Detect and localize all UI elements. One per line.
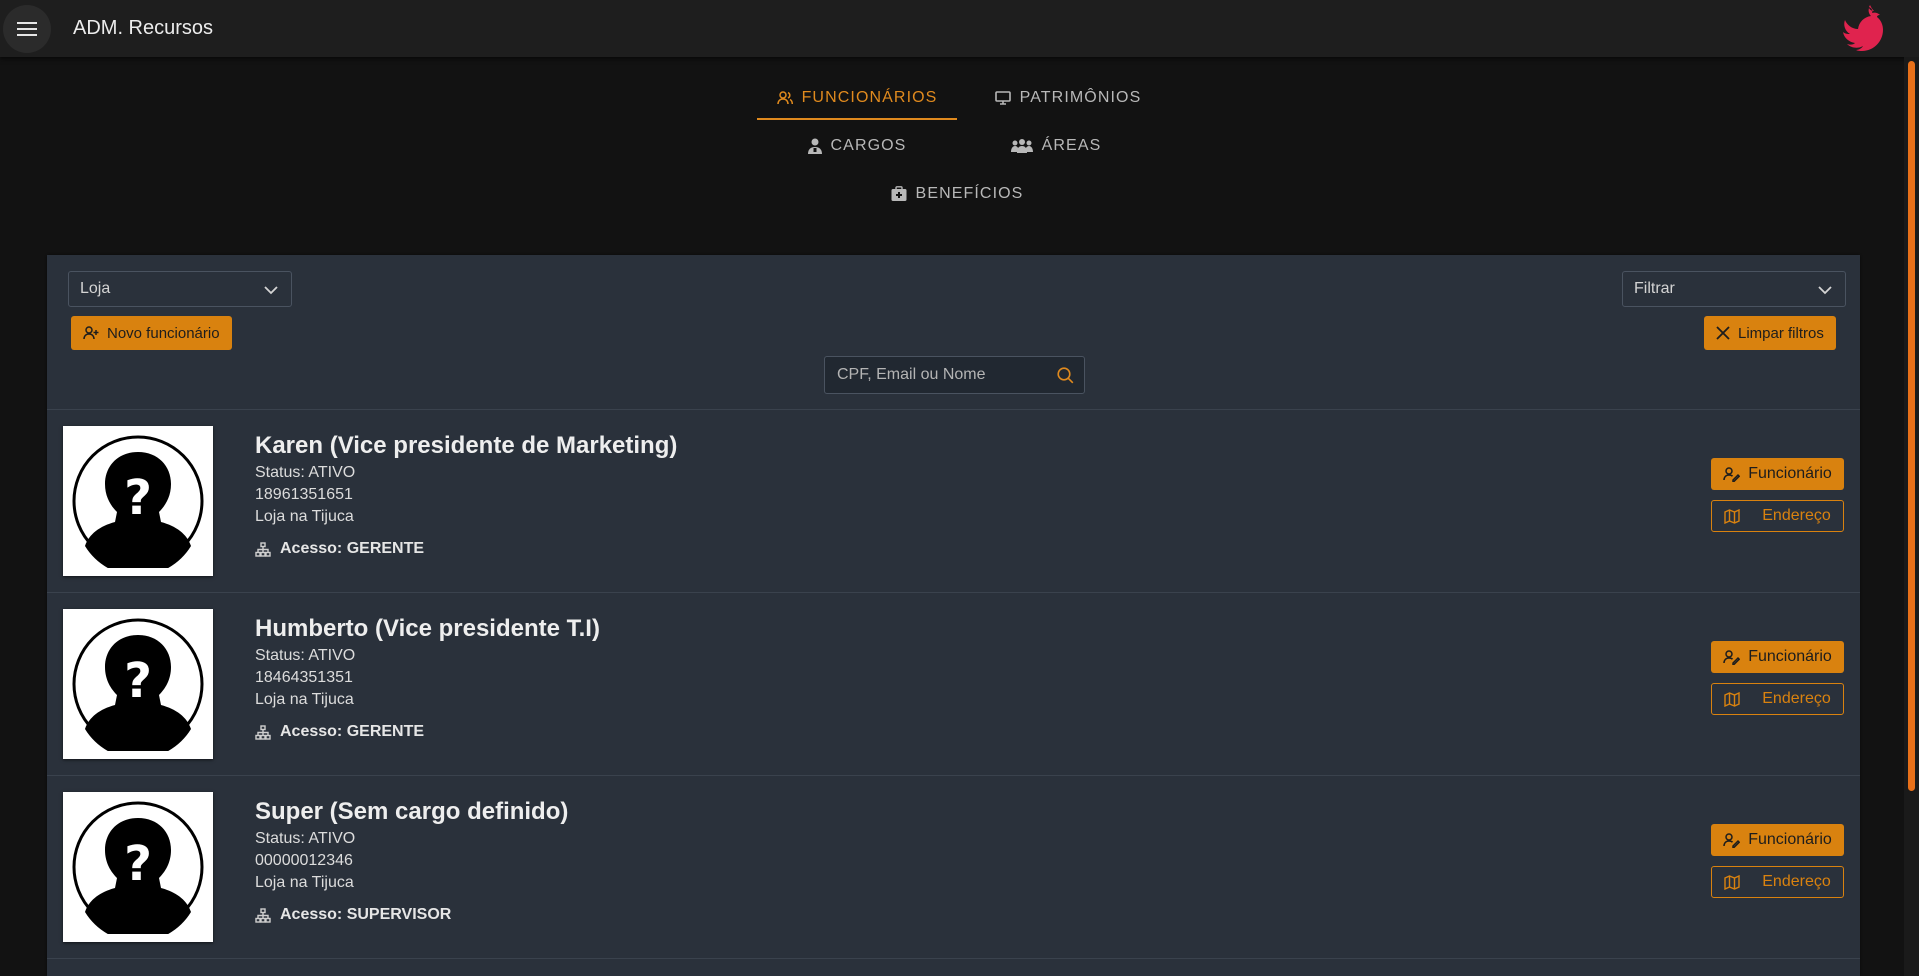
employee-store: Loja na Tijuca <box>255 691 354 708</box>
filter-select[interactable]: Filtrar <box>1622 271 1846 307</box>
access-label: Acesso: GERENTE <box>280 540 425 557</box>
tab-label: BENEFÍCIOS <box>915 185 1024 202</box>
medical-bag-icon <box>891 186 907 201</box>
unknown-person-icon: ? <box>72 618 204 751</box>
address-button-label: Endereço <box>1762 690 1831 707</box>
search-field <box>824 356 1085 394</box>
tab-patrimonios[interactable]: PATRIMÔNIOS <box>968 78 1168 118</box>
hamburger-menu-icon <box>17 21 37 36</box>
employee-button-label: Funcionário <box>1748 648 1832 665</box>
address-button-label: Endereço <box>1762 507 1831 524</box>
tab-label: CARGOS <box>830 137 907 154</box>
map-icon <box>1724 874 1740 890</box>
unknown-person-icon: ? <box>72 435 204 568</box>
employee-store: Loja na Tijuca <box>255 508 354 525</box>
employee-list: ? Karen (Vice presidente de Marketing) S… <box>47 410 1860 959</box>
clear-filters-label: Limpar filtros <box>1738 324 1824 342</box>
edit-user-icon <box>1723 649 1741 665</box>
employee-row: ? Super (Sem cargo definido) Status: ATI… <box>47 776 1860 959</box>
monitor-icon <box>994 91 1011 105</box>
map-icon <box>1724 508 1740 524</box>
close-icon <box>1716 326 1730 340</box>
tab-label: ÁREAS <box>1041 137 1102 154</box>
employee-name: Karen (Vice presidente de Marketing) <box>255 432 678 459</box>
edit-user-icon <box>1723 832 1741 848</box>
new-employee-label: Novo funcionário <box>107 324 220 342</box>
employee-row: ? Humberto (Vice presidente T.I) Status:… <box>47 593 1860 776</box>
employee-store: Loja na Tijuca <box>255 874 354 891</box>
tab-beneficios[interactable]: BENEFÍCIOS <box>857 174 1057 214</box>
scrollbar-thumb[interactable] <box>1908 61 1915 791</box>
address-button-label: Endereço <box>1762 873 1831 890</box>
group-icon <box>1010 139 1033 153</box>
employee-details-button[interactable]: Funcionário <box>1711 458 1844 490</box>
employee-access: Acesso: GERENTE <box>255 540 677 558</box>
search-icon[interactable] <box>1057 367 1074 384</box>
tab-funcionarios[interactable]: FUNCIONÁRIOS <box>757 78 957 120</box>
employees-panel: Loja Filtrar Novo funcionário Limpar fil… <box>47 255 1860 976</box>
employee-row: ? Karen (Vice presidente de Marketing) S… <box>47 410 1860 593</box>
filter-bar: Loja Filtrar Novo funcionário Limpar fil… <box>47 255 1860 410</box>
access-label: Acesso: SUPERVISOR <box>280 906 452 923</box>
avatar: ? <box>63 426 213 576</box>
filter-select-value: Filtrar <box>1634 280 1675 297</box>
search-input[interactable] <box>837 366 1047 384</box>
employee-info: Humberto (Vice presidente T.I) Status: A… <box>255 613 600 741</box>
chevron-down-icon <box>264 286 278 295</box>
store-select[interactable]: Loja <box>68 271 292 307</box>
employee-status: Status: ATIVO <box>255 647 356 664</box>
chevron-down-icon <box>1818 286 1832 295</box>
address-button[interactable]: Endereço <box>1711 683 1844 715</box>
address-button[interactable]: Endereço <box>1711 500 1844 532</box>
address-button[interactable]: Endereço <box>1711 866 1844 898</box>
app-title: ADM. Recursos <box>73 17 214 39</box>
avatar: ? <box>63 609 213 759</box>
employee-cpf: 00000012346 <box>255 852 353 869</box>
access-label: Acesso: GERENTE <box>280 723 425 740</box>
employee-name: Humberto (Vice presidente T.I) <box>255 615 600 642</box>
employee-info: Super (Sem cargo definido) Status: ATIVO… <box>255 796 568 924</box>
nestjs-logo-icon <box>1843 5 1883 51</box>
employee-name: Super (Sem cargo definido) <box>255 798 569 825</box>
svg-text:?: ? <box>124 836 152 892</box>
svg-text:?: ? <box>124 470 152 526</box>
map-icon <box>1724 691 1740 707</box>
svg-text:?: ? <box>124 653 152 709</box>
tab-label: PATRIMÔNIOS <box>1019 89 1142 106</box>
tab-areas[interactable]: ÁREAS <box>956 126 1156 166</box>
add-user-icon <box>83 326 99 340</box>
employee-info: Karen (Vice presidente de Marketing) Sta… <box>255 430 677 558</box>
unknown-person-icon: ? <box>72 801 204 934</box>
employee-access: Acesso: SUPERVISOR <box>255 906 568 924</box>
tab-label: FUNCIONÁRIOS <box>801 89 938 106</box>
employee-cpf: 18464351351 <box>255 669 353 686</box>
avatar: ? <box>63 792 213 942</box>
hierarchy-icon <box>255 724 271 740</box>
hierarchy-icon <box>255 907 271 923</box>
employee-status: Status: ATIVO <box>255 830 356 847</box>
employee-cpf: 18961351651 <box>255 486 353 503</box>
edit-user-icon <box>1723 466 1741 482</box>
users-icon <box>776 91 793 105</box>
menu-button[interactable] <box>3 4 51 53</box>
page-scrollbar[interactable] <box>1904 57 1919 976</box>
employee-button-label: Funcionário <box>1748 465 1832 482</box>
employee-access: Acesso: GERENTE <box>255 723 600 741</box>
clear-filters-button[interactable]: Limpar filtros <box>1704 316 1836 350</box>
store-select-value: Loja <box>80 280 111 297</box>
employee-details-button[interactable]: Funcionário <box>1711 824 1844 856</box>
employee-details-button[interactable]: Funcionário <box>1711 641 1844 673</box>
person-badge-icon <box>807 138 822 154</box>
employee-button-label: Funcionário <box>1748 831 1832 848</box>
new-employee-button[interactable]: Novo funcionário <box>71 316 232 350</box>
employee-status: Status: ATIVO <box>255 464 356 481</box>
app-bar: ADM. Recursos <box>0 0 1919 57</box>
tab-cargos[interactable]: CARGOS <box>757 126 957 166</box>
hierarchy-icon <box>255 541 271 557</box>
